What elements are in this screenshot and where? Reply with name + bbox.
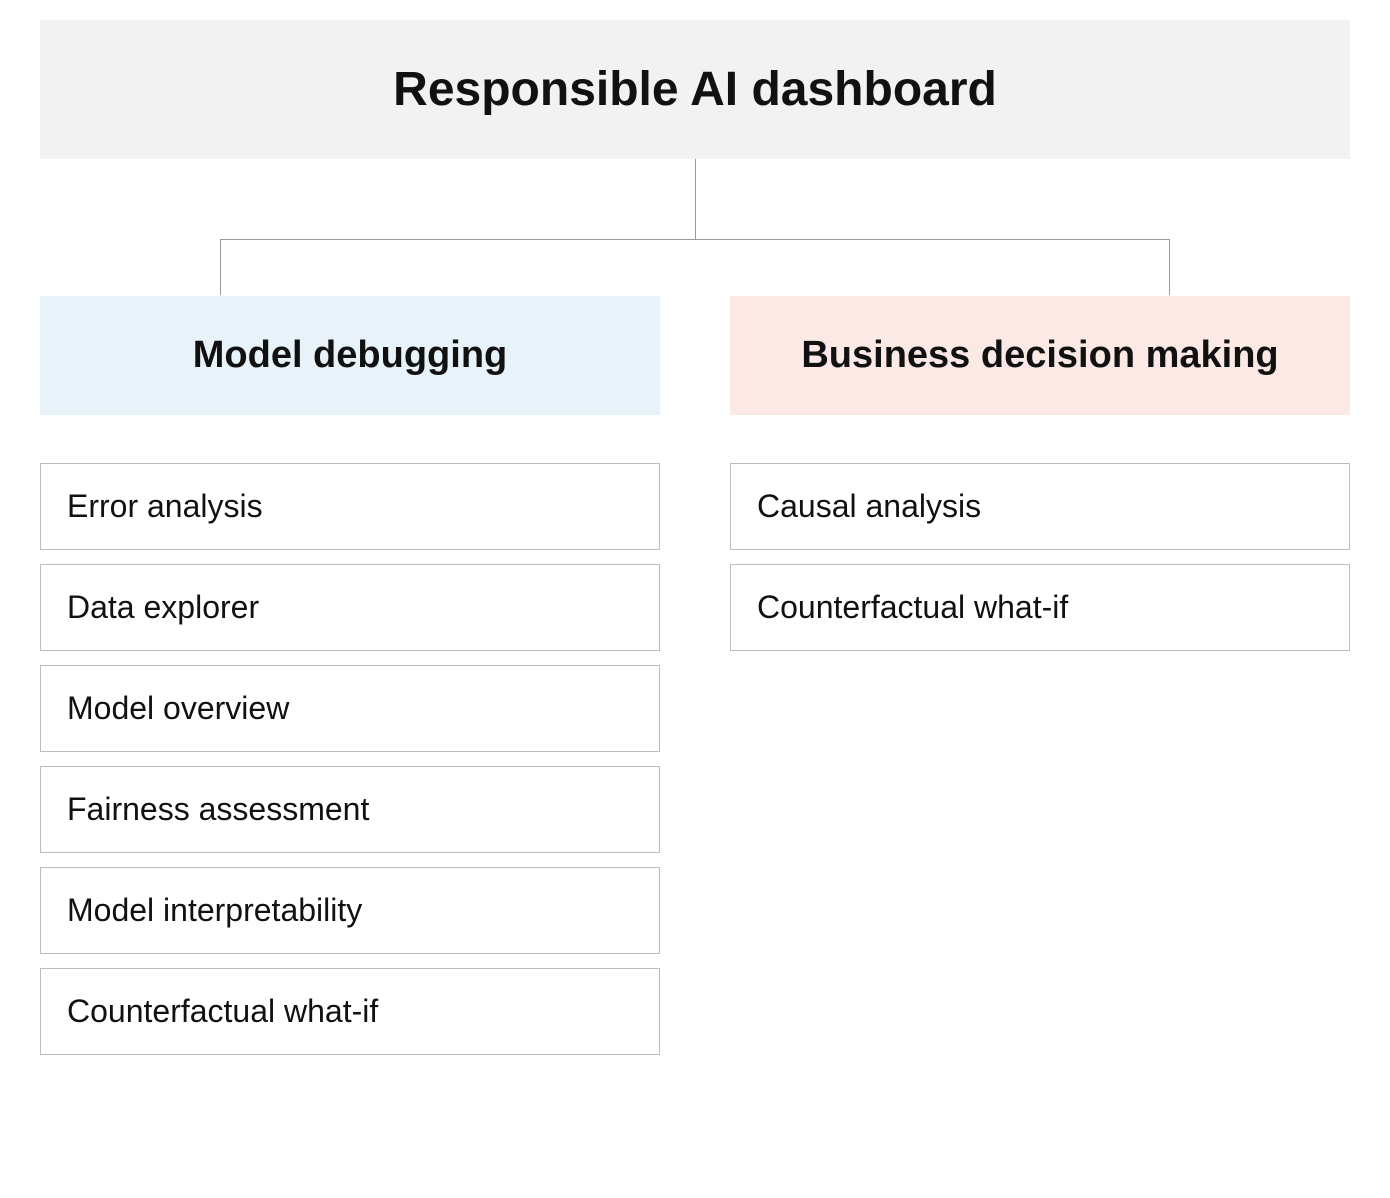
categories-row: Model debugging Error analysis Data expl… — [40, 296, 1350, 1069]
item-causal-analysis: Causal analysis — [730, 463, 1350, 550]
connector-vertical-root — [695, 159, 696, 239]
category-label: Business decision making — [801, 334, 1278, 376]
item-label: Causal analysis — [757, 488, 981, 524]
item-fairness-assessment: Fairness assessment — [40, 766, 660, 853]
category-header-business-decision-making: Business decision making — [730, 296, 1350, 415]
item-label: Model interpretability — [67, 892, 362, 928]
item-label: Fairness assessment — [67, 791, 369, 827]
item-counterfactual-what-if: Counterfactual what-if — [40, 968, 660, 1055]
item-label: Error analysis — [67, 488, 263, 524]
root-title: Responsible AI dashboard — [393, 63, 997, 116]
connector-horizontal — [220, 239, 1170, 240]
connector-vertical-right — [1169, 239, 1170, 295]
connector-vertical-left — [220, 239, 221, 295]
item-label: Counterfactual what-if — [757, 589, 1068, 625]
category-header-model-debugging: Model debugging — [40, 296, 660, 415]
item-label: Data explorer — [67, 589, 259, 625]
item-model-interpretability: Model interpretability — [40, 867, 660, 954]
root-node: Responsible AI dashboard — [40, 20, 1350, 159]
category-business-decision-making: Business decision making Causal analysis… — [730, 296, 1350, 1069]
item-data-explorer: Data explorer — [40, 564, 660, 651]
category-model-debugging: Model debugging Error analysis Data expl… — [40, 296, 660, 1069]
item-model-overview: Model overview — [40, 665, 660, 752]
item-counterfactual-what-if-b: Counterfactual what-if — [730, 564, 1350, 651]
item-label: Counterfactual what-if — [67, 993, 378, 1029]
item-error-analysis: Error analysis — [40, 463, 660, 550]
item-label: Model overview — [67, 690, 289, 726]
category-label: Model debugging — [193, 334, 508, 376]
